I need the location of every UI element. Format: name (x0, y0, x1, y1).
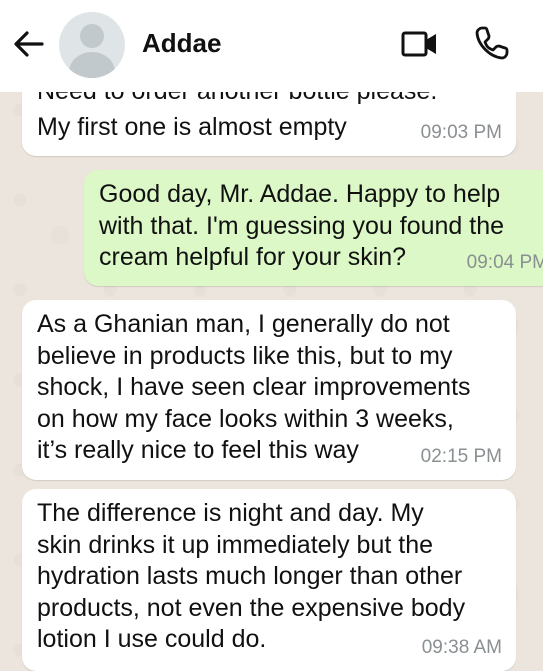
message-timestamp: 09:38 AM (421, 636, 502, 658)
back-button[interactable] (12, 29, 46, 59)
arrow-left-icon (14, 31, 44, 57)
contact-name[interactable]: Addae (142, 28, 221, 59)
video-camera-icon (401, 31, 436, 57)
phone-icon (475, 26, 509, 60)
message-timestamp: 02:15 PM (420, 445, 502, 467)
default-avatar-head (80, 24, 104, 48)
video-call-button[interactable] (401, 28, 439, 60)
message-bubble-outgoing[interactable]: Good day, Mr. Addae. Happy to help with … (84, 170, 543, 286)
avatar[interactable] (59, 12, 125, 78)
default-avatar-body (69, 52, 115, 78)
chat-header: Addae (0, 0, 543, 92)
voice-call-button[interactable] (474, 25, 510, 61)
message-text: My first one is almost empty (37, 113, 347, 141)
message-bubble-incoming[interactable]: As a Ghanian man, I generally do not bel… (22, 300, 516, 480)
message-bubble-incoming[interactable]: The difference is night and day. My skin… (22, 489, 516, 671)
message-timestamp: 09:04 PM (466, 251, 543, 273)
message-timestamp: 09:03 PM (420, 121, 502, 143)
